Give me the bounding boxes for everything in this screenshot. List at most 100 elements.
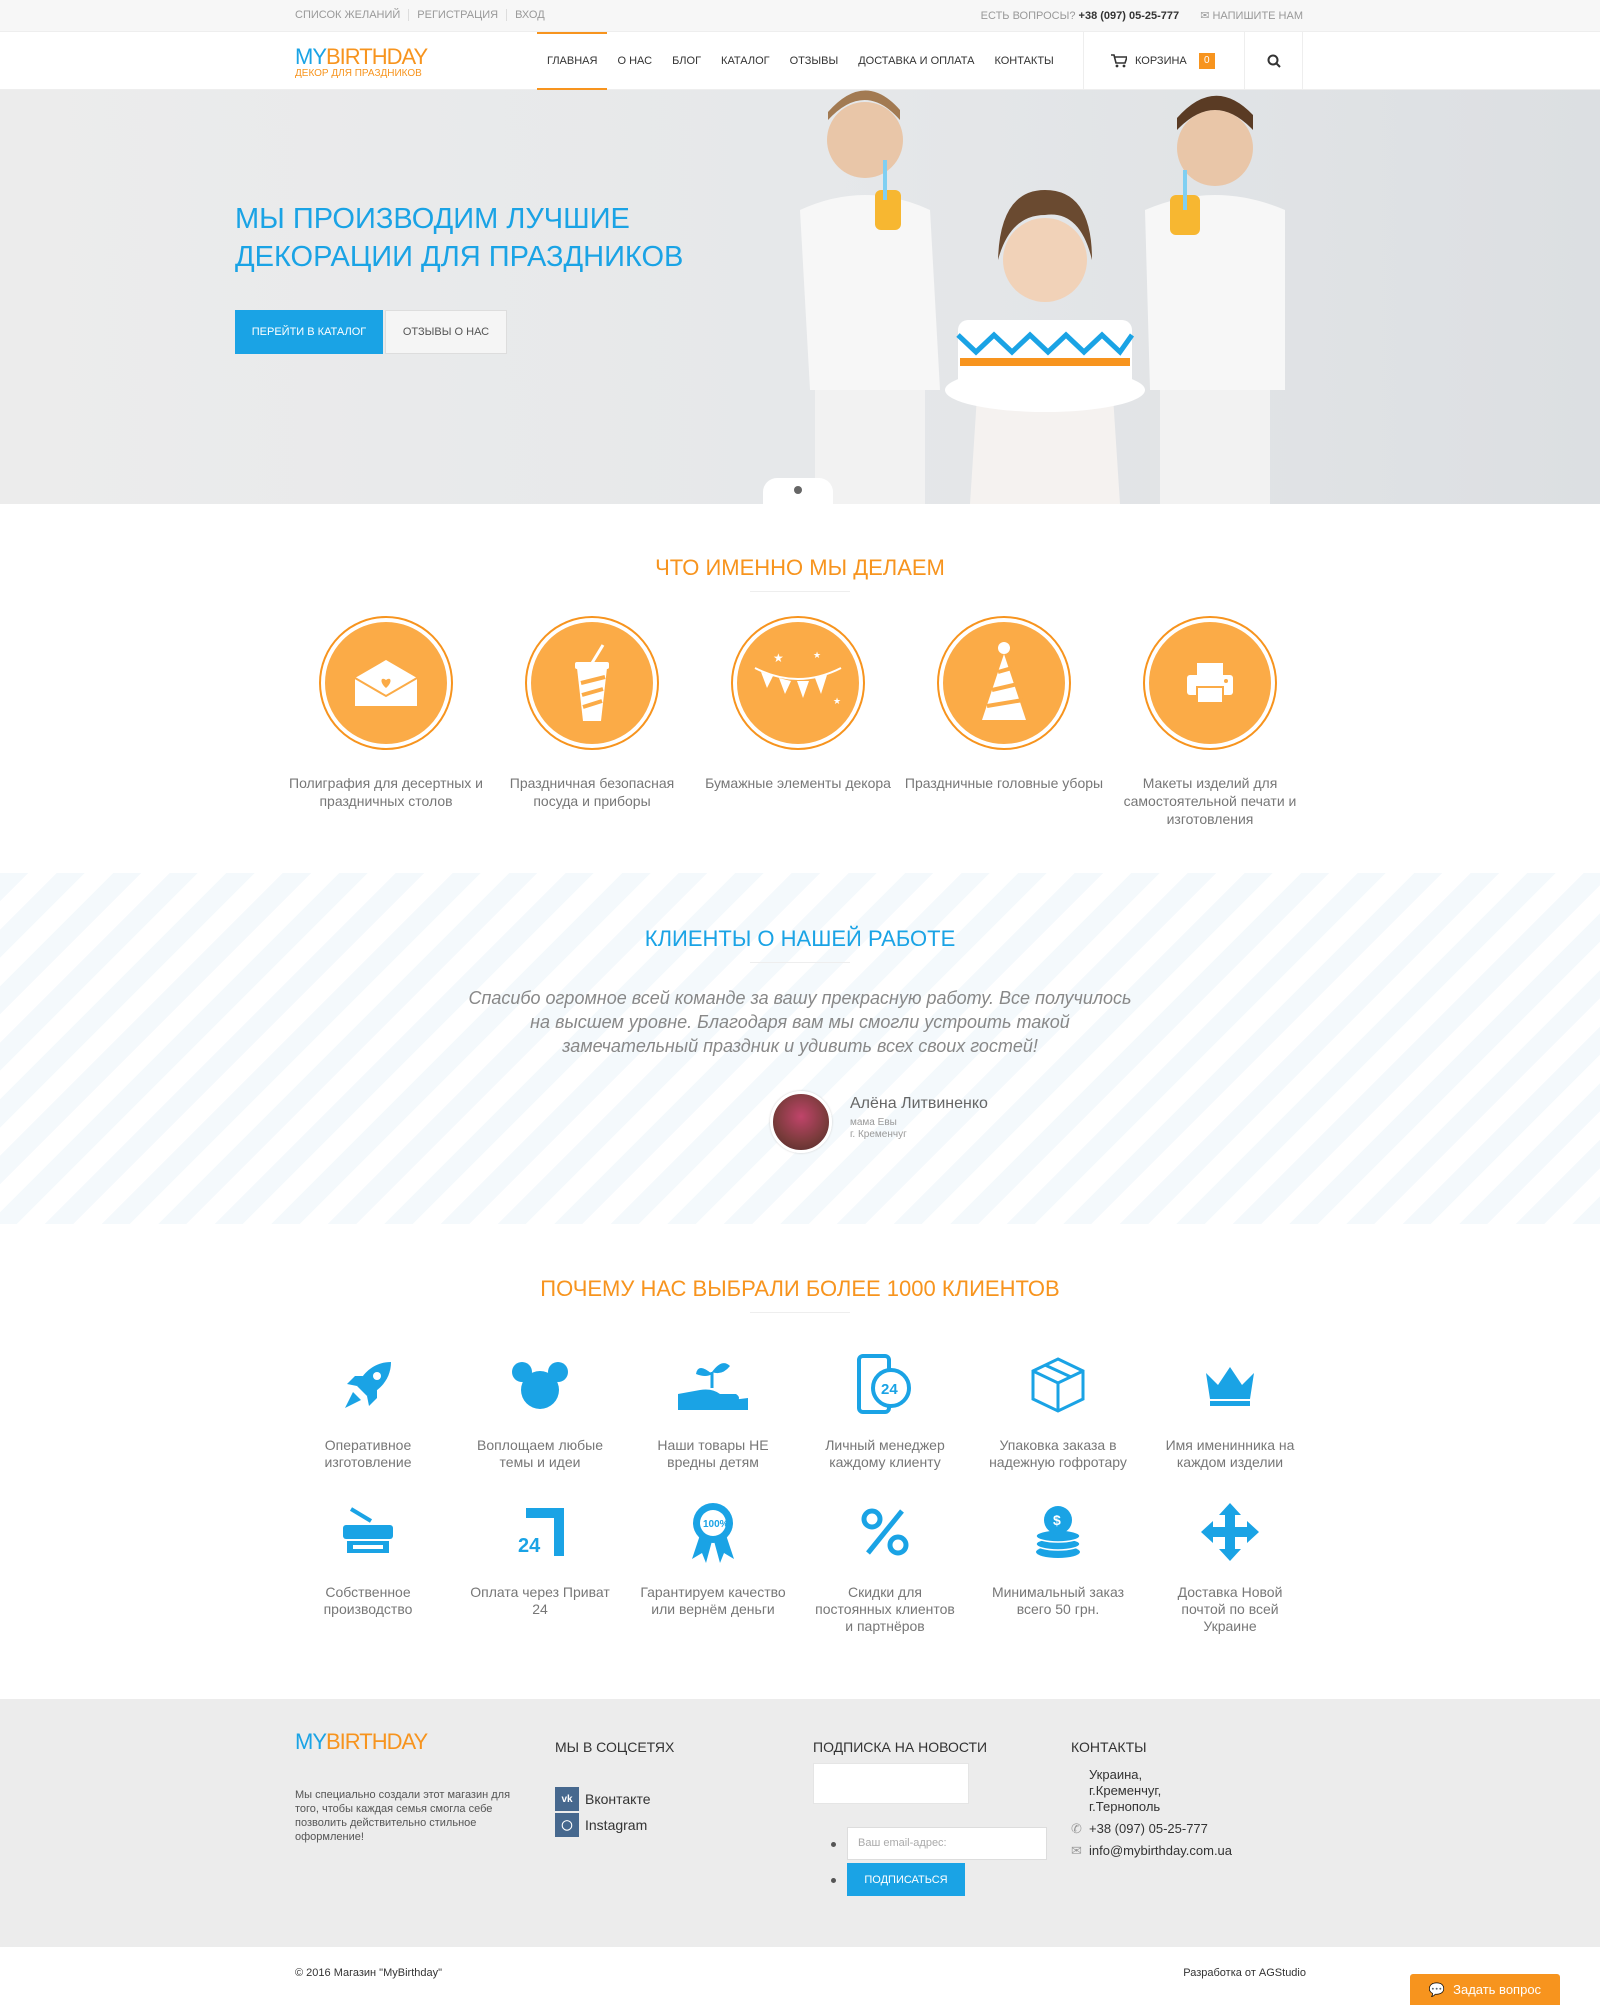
hand-plant-icon [678,1363,748,1410]
feature-item: Собственное производство [293,1497,443,1618]
testimonial-quote: Спасибо огромное всей команде за вашу пр… [468,988,1132,1056]
nav-home[interactable]: ГЛАВНАЯ [537,32,608,90]
ask-question-button[interactable]: 💬 Задать вопрос [1410,1974,1560,2005]
slider-dot[interactable] [794,486,802,494]
envelope-heart-icon [354,660,418,706]
service-label: Праздничная безопасная посуда и приборы [509,775,675,809]
main-nav: ГЛАВНАЯ О НАС БЛОГ КАТАЛОГ ОТЗЫВЫ ДОСТАВ… [537,32,1064,90]
instagram-link[interactable]: ◯ Instagram [555,1813,647,1837]
footer-email[interactable]: info@mybirthday.com.ua [1089,1843,1232,1859]
top-bar: СПИСОК ЖЕЛАНИЙ РЕГИСТРАЦИЯ ВХОД ЕСТЬ ВОПРО… [0,0,1600,32]
bullet [831,1878,836,1883]
service-circle [939,618,1069,748]
mouse-ears-icon [512,1362,568,1409]
top-phone[interactable]: +38 (097) 05-25-777 [1079,10,1180,22]
search-button[interactable] [1245,32,1303,90]
logo-my: MY [295,44,327,69]
copyright: © 2016 Магазин "MyBirthday" [295,1967,443,1979]
footer-description: Мы специально создали этот магазин для т… [295,1789,511,1843]
write-us-link[interactable]: НАПИШИТЕ НАМ [1212,10,1303,22]
email-input[interactable]: Ваш email-адрес: [847,1827,1047,1860]
feature-label: Наши товары НЕ вредны детям [657,1437,769,1470]
feature-item: Доставка Новой почтой по всей Украине [1155,1497,1305,1635]
reviews-button[interactable]: ОТЗЫВЫ О НАС [385,310,507,354]
feature-label: Оплата через Приват 24 [470,1584,610,1617]
mail-icon: ✉ [1071,1843,1082,1858]
nav-contacts[interactable]: КОНТАКТЫ [984,32,1063,90]
main-header: MYBIRTHDAY ДЕКОР ДЛЯ ПРАЗДНИКОВ ГЛАВНАЯ … [0,32,1600,90]
feature-label: Имя именинника на каждом изделии [1165,1437,1295,1470]
feature-item: 24 Оплата через Приват 24 [465,1497,615,1618]
register-link[interactable]: РЕГИСТРАЦИЯ [409,9,508,21]
feature-label: Гарантируем качество или вернём деньги [640,1584,786,1617]
catalog-button[interactable]: ПЕРЕЙТИ В КАТАЛОГ [235,310,383,354]
hero-slider: МЫ ПРОИЗВОДИМ ЛУЧШИЕ ДЕКОРАЦИИ ДЛЯ ПРАЗД… [0,90,1600,504]
feature-label: Оперативное изготовление [324,1437,412,1470]
logo[interactable]: MYBIRTHDAY ДЕКОР ДЛЯ ПРАЗДНИКОВ [295,44,428,79]
footer-phone[interactable]: +38 (097) 05-25-777 [1089,1821,1208,1837]
percent-icon [861,1508,909,1556]
nav-delivery[interactable]: ДОСТАВКА И ОПЛАТА [848,32,984,90]
service-circle: ★ ★ ★ [733,618,863,748]
feature-label: Собственное производство [323,1584,413,1617]
svg-text:24: 24 [881,1381,898,1398]
nav-catalog[interactable]: КАТАЛОГ [711,32,780,90]
svg-text:100%: 100% [703,1519,729,1530]
service-item[interactable]: Праздничные головные уборы [904,618,1104,792]
author-name: Алёна Литвиненко [850,1095,988,1112]
developer-link[interactable]: Разработка от AGStudio [1183,1967,1306,1979]
service-item[interactable]: Макеты изделий для самостоятельной печат… [1110,618,1310,828]
feature-label: Воплощаем любые темы и идеи [477,1437,603,1470]
drink-cup-icon [575,644,609,721]
feature-label: Упаковка заказа в надежную гофротару [989,1437,1127,1470]
top-links: СПИСОК ЖЕЛАНИЙ РЕГИСТРАЦИЯ ВХОД [295,9,553,21]
nav-reviews[interactable]: ОТЗЫВЫ [780,32,849,90]
service-label: Праздничные головные уборы [904,775,1104,791]
top-contacts: ЕСТЬ ВОПРОСЫ? +38 (097) 05-25-777 ✉ НАПИ… [981,9,1303,22]
instagram-label: Instagram [585,1817,648,1833]
footer-logo[interactable]: MYBIRTHDAY [295,1729,428,1755]
svg-text:★: ★ [833,697,841,707]
service-circle [1145,618,1275,748]
party-hat-icon [982,642,1026,720]
subscribe-button[interactable]: ПОДПИСАТЬСЯ [847,1863,965,1896]
contacts-title: КОНТАКТЫ [1071,1739,1147,1755]
cart-button[interactable]: КОРЗИНА 0 [1083,32,1245,90]
phone-icon: ✆ [1071,1821,1082,1836]
service-item[interactable]: ★ ★ ★ Бумажные элементы декора [698,618,898,792]
vk-icon: vk [555,1787,579,1811]
feature-label: Минимальный заказ всего 50 грн. [991,1584,1125,1617]
cart-count: 0 [1198,53,1215,69]
nav-blog[interactable]: БЛОГ [662,32,711,90]
bunting-flags-icon: ★ ★ ★ [754,651,842,707]
author-city: г. Кременчуг [850,1129,907,1140]
slider-pager[interactable] [763,478,833,504]
scanner-icon [343,1507,393,1553]
cart-icon [1111,54,1127,68]
service-item[interactable]: Праздничная безопасная посуда и приборы [492,618,692,810]
author-role: мама Евы [850,1117,897,1128]
ask-label: Задать вопрос [1453,1982,1542,1997]
feature-item: Оперативное изготовление [293,1350,443,1471]
feature-label: Личный менеджер каждому клиенту [825,1437,945,1470]
service-item[interactable]: Полиграфия для десертных и праздничных с… [286,618,486,810]
coins-icon: $ [1035,1506,1081,1558]
features-title: ПОЧЕМУ НАС ВЫБРАЛИ БОЛЕЕ 1000 КЛИЕНТОВ [0,1276,1600,1313]
feature-item: 24 Личный менеджер каждому клиенту [810,1350,960,1471]
nav-about[interactable]: О НАС [607,32,662,90]
newsletter-title: ПОДПИСКА НА НОВОСТИ [813,1739,988,1755]
nova-poshta-icon [1201,1503,1259,1561]
login-link[interactable]: ВХОД [507,9,553,21]
feature-label: Скидки для постоянных клиентов и партнёр… [815,1584,955,1634]
hero-title: МЫ ПРОИЗВОДИМ ЛУЧШИЕ ДЕКОРАЦИИ ДЛЯ ПРАЗД… [235,203,684,273]
logo-text: MYBIRTHDAY [295,44,428,70]
wishlist-link[interactable]: СПИСОК ЖЕЛАНИЙ [295,9,410,21]
vk-link[interactable]: vk Вконтакте [555,1787,651,1811]
privat24-icon: 24 [516,1508,564,1557]
feature-item: Имя именинника на каждом изделии [1155,1350,1305,1471]
svg-text:24: 24 [518,1535,541,1557]
logo-tagline: ДЕКОР ДЛЯ ПРАЗДНИКОВ [295,68,422,79]
bottom-bar: © 2016 Магазин "MyBirthday" Разработка о… [0,1947,1600,2005]
service-circle [321,618,451,748]
address-line-2: г.Кременчуг, [1089,1783,1162,1798]
